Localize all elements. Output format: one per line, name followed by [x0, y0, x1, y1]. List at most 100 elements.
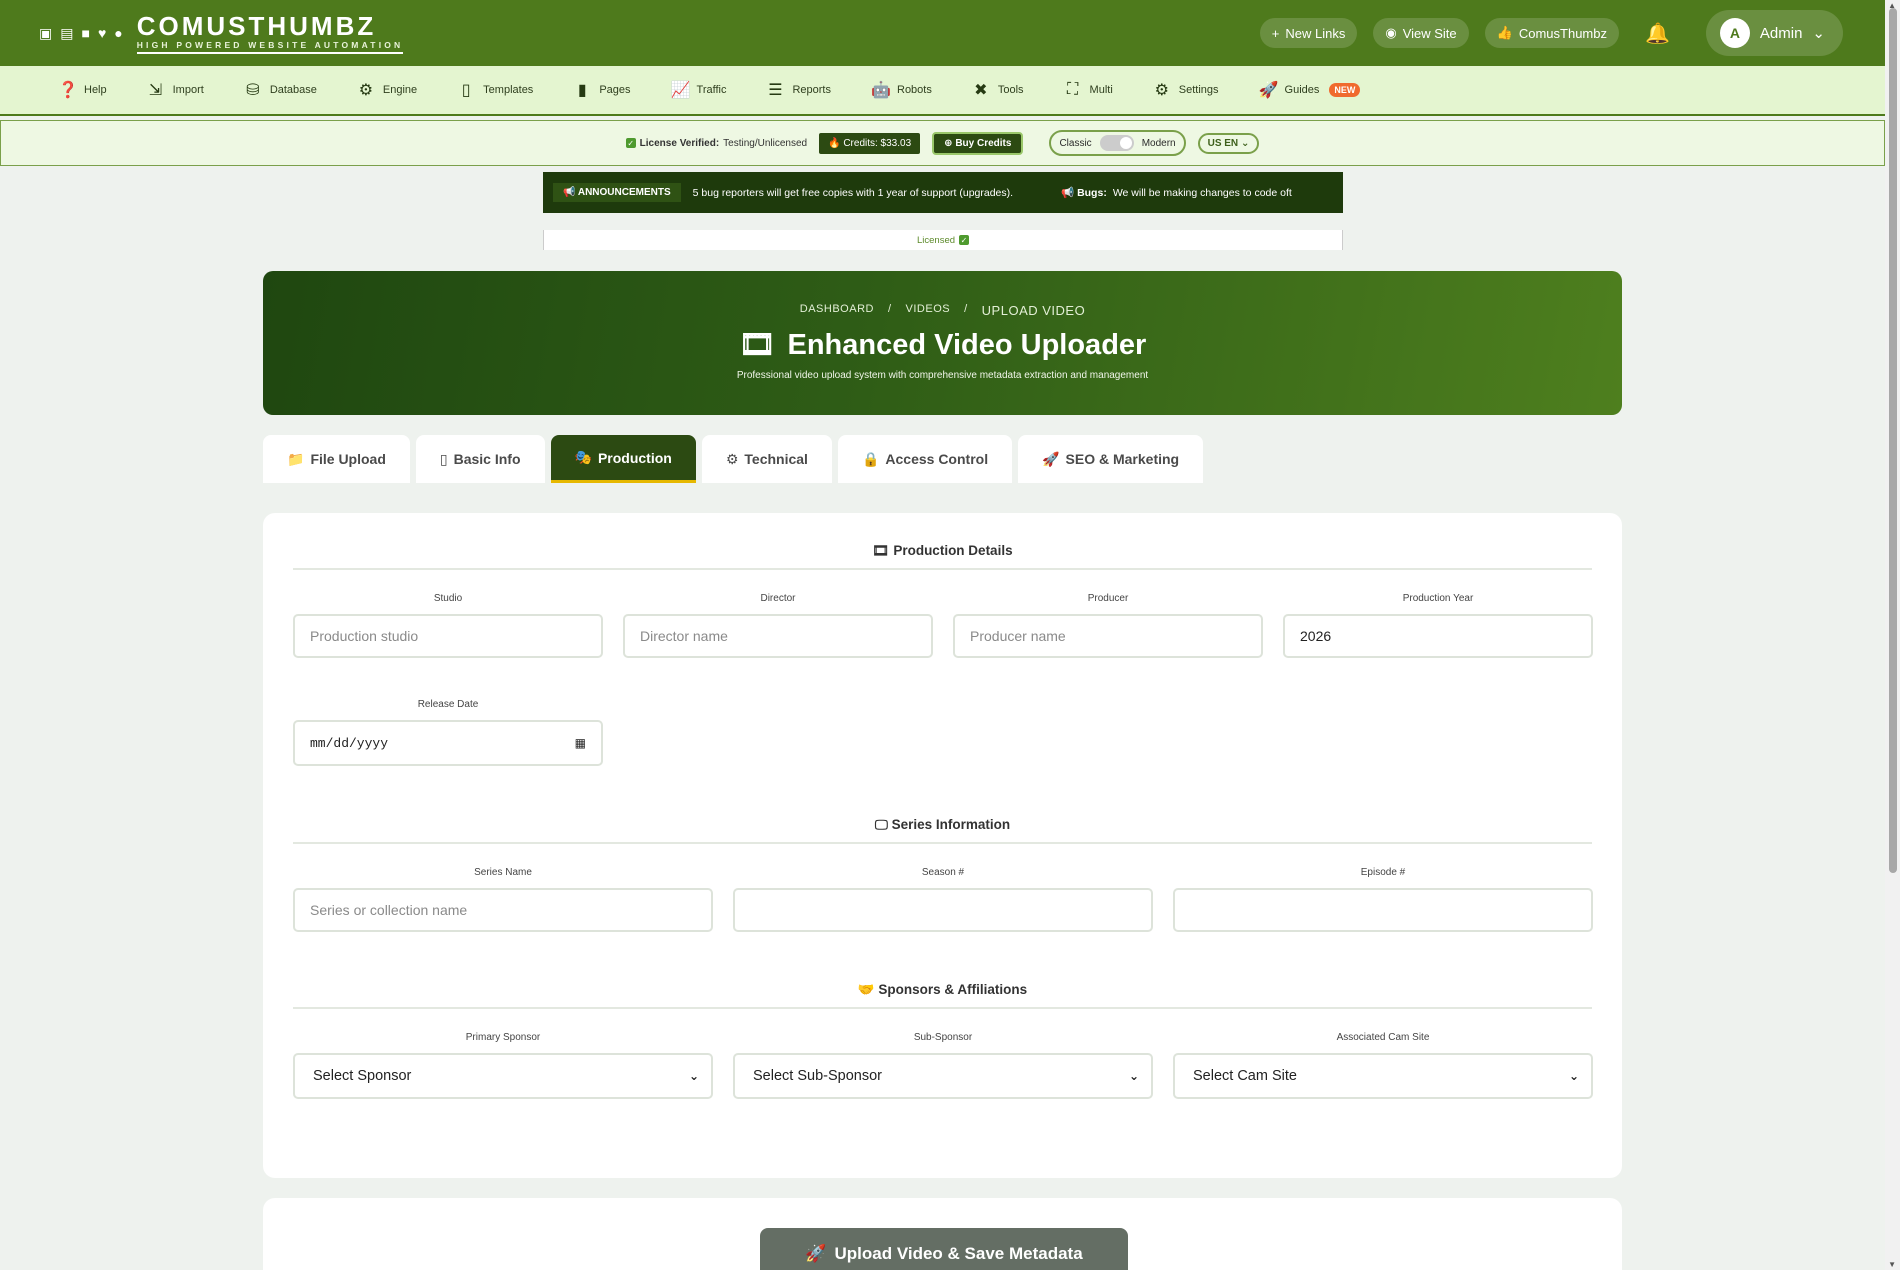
nav-item-pages[interactable]: ▮ Pages [573, 80, 631, 100]
nav-label: Settings [1178, 84, 1219, 96]
avatar: A [1719, 18, 1750, 48]
production-details-heading: 🎞 Production Details [293, 543, 1592, 570]
scroll-down-icon[interactable]: ▼ [1888, 1260, 1896, 1269]
nav-item-guides[interactable]: 🚀 Guides NEW [1259, 80, 1361, 100]
tab-production[interactable]: 🎭 Production [550, 435, 696, 483]
release-date-input[interactable]: mm/dd/yyyy ▦ [293, 720, 603, 766]
nav-item-templates[interactable]: ▯ Templates [457, 80, 534, 100]
page-hero: DASHBOARD / VIDEOS / UPLOAD VIDEO 🎞 Enha… [263, 271, 1622, 415]
nav-item-robots[interactable]: 🤖 Robots [871, 80, 932, 100]
tab-label: Production [597, 449, 672, 466]
nav-item-traffic[interactable]: 📈 Traffic [671, 80, 727, 100]
masks-icon: 🎭 [574, 449, 592, 465]
rocket-icon: 🚀 [805, 1244, 827, 1263]
tools-icon: ✖ [974, 82, 988, 99]
import-icon: ⇲ [148, 82, 163, 99]
language-selector[interactable]: US EN ⌄ [1197, 132, 1260, 154]
file-icon: ▮ [577, 82, 587, 99]
producer-input[interactable]: Producer name [953, 614, 1263, 658]
nav-item-multi[interactable]: ⛶ Multi [1064, 81, 1113, 99]
nav-item-engine[interactable]: ⚙ Engine [357, 80, 417, 100]
tab-file-upload[interactable]: 📁 File Upload [263, 435, 410, 483]
bell-icon[interactable]: 🔔 [1645, 21, 1670, 46]
new-links-button[interactable]: + New Links [1259, 18, 1358, 48]
breadcrumb-dashboard[interactable]: DASHBOARD [800, 303, 874, 318]
nav-label: Help [84, 84, 107, 96]
season-input[interactable] [733, 888, 1153, 932]
release-date-label: Release Date [417, 699, 479, 710]
film-icon[interactable]: ▣ [39, 26, 52, 40]
robot-icon: 🤖 [871, 82, 891, 99]
studio-input[interactable]: Production studio [293, 614, 603, 658]
director-label: Director [760, 593, 796, 604]
cam-site-select[interactable]: Select Cam Site ⌄ [1173, 1053, 1593, 1099]
release-date-value: mm/dd/yyyy [310, 735, 389, 751]
heart-icon[interactable]: ♥ [98, 26, 106, 40]
bugs-text: We will be making changes to code oft [1112, 187, 1292, 199]
user-menu[interactable]: A Admin ⌄ [1705, 10, 1843, 56]
sitemap-icon: ⛶ [1066, 81, 1079, 98]
fire-icon[interactable]: ● [114, 26, 122, 40]
gear-icon: ⚙ [1154, 82, 1169, 99]
nav-item-tools[interactable]: ✖ Tools [972, 80, 1023, 100]
logo[interactable]: COMUSTHUMBZ HIGH POWERED WEBSITE AUTOMAT… [136, 10, 404, 54]
gear-icon: ⚙ [725, 450, 739, 467]
nav-label: Engine [382, 84, 418, 96]
nav-label: Multi [1089, 84, 1113, 96]
page-scrollbar[interactable]: ▲ ▼ [1885, 0, 1900, 1270]
director-input[interactable]: Director name [623, 614, 933, 658]
view-site-button[interactable]: ◉ View Site [1373, 18, 1469, 48]
bugs-label: Bugs: [1077, 187, 1107, 199]
mode-classic-label: Classic [1059, 137, 1092, 149]
list-chart-icon: ☰ [768, 82, 783, 99]
calendar-icon[interactable]: ▦ [575, 736, 586, 751]
lock-icon: 🔒 [861, 450, 880, 467]
breadcrumb-separator: / [887, 303, 892, 315]
announcement-tag: 📢 ANNOUNCEMENTS [553, 183, 681, 202]
breadcrumb-videos[interactable]: VIDEOS [906, 303, 951, 318]
tab-label: Access Control [885, 451, 989, 467]
upload-video-label: Upload Video & Save Metadata [834, 1244, 1083, 1263]
tab-access-control[interactable]: 🔒 Access Control [837, 435, 1013, 483]
primary-sponsor-select[interactable]: Select Sponsor ⌄ [293, 1053, 713, 1099]
sub-sponsor-value: Select Sub-Sponsor [753, 1068, 882, 1084]
nav-item-reports[interactable]: ☰ Reports [766, 80, 831, 100]
nav-item-database[interactable]: ⛁ Database [244, 80, 317, 100]
tab-technical[interactable]: ⚙ Technical [701, 435, 832, 483]
scrollbar-thumb[interactable] [1889, 8, 1897, 873]
bugs-notice: 📢 Bugs: We will be making changes to code… [1061, 187, 1292, 199]
nav-label: Pages [599, 84, 631, 96]
chart-line-icon: 📈 [670, 82, 691, 99]
section-title-text: Sponsors & Affiliations [878, 982, 1028, 997]
series-information-heading: 🖵 Series Information [293, 817, 1592, 844]
brand-link-button[interactable]: 👍 ComusThumbz [1484, 18, 1619, 48]
mode-switch[interactable] [1099, 135, 1134, 151]
buy-credits-button[interactable]: ⊕ Buy Credits [932, 131, 1024, 155]
plus-icon: + [1271, 25, 1280, 41]
tab-seo-marketing[interactable]: 🚀 SEO & Marketing [1018, 435, 1204, 483]
series-name-input[interactable]: Series or collection name [293, 888, 713, 932]
upload-video-button[interactable]: 🚀 Upload Video & Save Metadata [760, 1228, 1128, 1270]
episode-input[interactable] [1173, 888, 1593, 932]
video-camera-icon[interactable]: ■ [81, 26, 89, 40]
mode-toggle[interactable]: Classic Modern [1049, 130, 1186, 156]
production-form: 🎞 Production Details Studio Production s… [263, 513, 1622, 1178]
tab-label: Basic Info [453, 451, 521, 467]
tab-basic-info[interactable]: ▯ Basic Info [415, 435, 545, 483]
chevron-down-icon: ⌄ [1128, 1069, 1139, 1083]
nav-item-help[interactable]: ❓ Help [58, 80, 107, 100]
nav-item-settings[interactable]: ⚙ Settings [1153, 80, 1219, 100]
view-site-label: View Site [1402, 25, 1457, 41]
nav-item-import[interactable]: ⇲ Import [147, 80, 204, 100]
logo-title: COMUSTHUMBZ [136, 10, 377, 41]
licensed-label: Licensed [916, 234, 956, 246]
production-year-input[interactable]: 2026 [1283, 614, 1593, 658]
tab-label: Technical [744, 451, 808, 467]
image-icon[interactable]: ▤ [60, 26, 73, 40]
sub-sponsor-select[interactable]: Select Sub-Sponsor ⌄ [733, 1053, 1153, 1099]
new-links-label: New Links [1285, 25, 1346, 41]
top-header: ▣ ▤ ■ ♥ ● COMUSTHUMBZ HIGH POWERED WEBSI… [0, 0, 1885, 66]
gears-icon: ⚙ [358, 82, 374, 99]
language-label: US EN [1207, 137, 1239, 149]
sponsors-heading: 🤝 Sponsors & Affiliations [293, 982, 1592, 1009]
